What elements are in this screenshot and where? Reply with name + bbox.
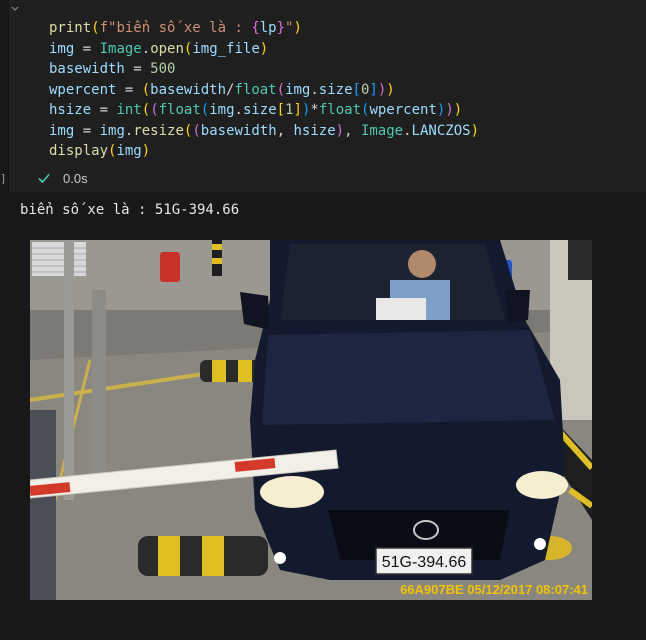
code-token: basewidth [200, 122, 277, 139]
code-token: . [403, 122, 412, 139]
code-token: img [285, 81, 311, 98]
code-token: ) [335, 122, 345, 139]
code-token: ( [141, 81, 151, 98]
output-image: 51G-394.66 66A907BE 05/12/2017 08:07:41 [30, 240, 592, 600]
code-token: = [124, 61, 151, 77]
code-token: hsize [49, 102, 92, 118]
code-token: ) [386, 81, 395, 98]
execution-status: 0.0s [37, 168, 88, 188]
timestamp-overlay: 66A907BE 05/12/2017 08:07:41 [400, 582, 588, 597]
code-token: 1 [285, 102, 294, 118]
code-token: = [74, 122, 100, 139]
code-editor[interactable]: print(f"biển số xe là : {lp}") img = Imag… [49, 18, 479, 162]
code-token: ) [141, 143, 151, 159]
code-token: basewidth [150, 81, 227, 98]
code-token: resize [133, 122, 184, 139]
output-text: biển số xe là : 51G-394.66 [20, 202, 240, 218]
code-token: size [242, 102, 277, 118]
code-token: display [49, 143, 109, 159]
license-plate: 51G-394.66 [382, 554, 467, 571]
code-token: img [209, 102, 235, 118]
code-token: ) [377, 81, 387, 98]
code-token: Image [99, 40, 142, 57]
code-token: , [276, 122, 294, 139]
code-token: lp [259, 20, 277, 36]
code-token: ) [453, 102, 463, 118]
code-token: ] [293, 102, 302, 118]
execution-duration: 0.0s [63, 170, 88, 186]
code-line[interactable]: wpercent = (basewidth/float(img.size[0])… [49, 80, 479, 101]
car: 51G-394.66 [240, 240, 568, 580]
code-token: = [116, 81, 142, 98]
code-token: LANCZOS [411, 122, 471, 139]
code-line[interactable]: display(img) [49, 141, 479, 162]
code-token: wpercent [369, 102, 437, 118]
code-token: . [310, 81, 319, 98]
code-token: float [318, 102, 362, 118]
code-token: basewidth [49, 61, 125, 77]
code-line[interactable]: print(f"biển số xe là : {lp}") [49, 18, 479, 39]
code-token: img_file [192, 40, 260, 57]
code-token: ( [141, 102, 151, 118]
code-token: float [158, 102, 201, 118]
code-token: hsize [293, 122, 336, 139]
cell-gutter-bracket: ] [0, 172, 7, 185]
code-token: wpercent [49, 81, 117, 98]
code-token: ( [150, 102, 159, 118]
code-token: 500 [150, 61, 176, 77]
code-line[interactable]: img = img.resize((basewidth, hsize), Ima… [49, 121, 479, 142]
code-token: float [234, 81, 277, 98]
code-line[interactable]: basewidth = 500 [49, 59, 479, 80]
code-token: ) [470, 122, 479, 139]
code-token: print [49, 20, 92, 36]
code-token: size [318, 81, 353, 98]
collapse-chevron-icon[interactable] [11, 4, 19, 14]
code-token: [ [276, 102, 286, 118]
code-token: img [49, 122, 75, 139]
parking-car-photo: 51G-394.66 66A907BE 05/12/2017 08:07:41 [30, 240, 592, 600]
code-token: * [310, 102, 319, 118]
code-line[interactable]: hsize = int((float(img.size[1])*float(wp… [49, 100, 479, 121]
wall-vent [32, 242, 86, 276]
code-token: ( [200, 102, 210, 118]
code-token: . [141, 40, 151, 57]
code-token: = [74, 40, 100, 57]
code-token: [ [352, 81, 361, 98]
code-token: } [276, 20, 286, 36]
code-token: ( [91, 20, 100, 36]
check-icon [38, 173, 50, 184]
code-token: . [234, 102, 243, 118]
code-cell[interactable]: print(f"biển số xe là : {lp}") img = Imag… [10, 0, 646, 193]
code-token: { [251, 20, 260, 36]
code-token: img [49, 40, 75, 57]
code-token: ( [192, 122, 201, 139]
code-line[interactable]: img = Image.open(img_file) [49, 39, 479, 60]
code-token: , [344, 122, 361, 139]
code-token: = [91, 102, 117, 118]
code-token: open [150, 40, 184, 57]
code-token: ) [445, 102, 454, 118]
code-token: f"biển số xe là : [99, 20, 252, 36]
code-token: ] [369, 81, 378, 98]
code-token: img [116, 143, 142, 159]
code-token: ) [259, 40, 269, 57]
code-token: int [116, 102, 142, 118]
code-token: img [99, 122, 125, 139]
code-token: ) [293, 20, 302, 36]
code-token: Image [360, 122, 404, 139]
code-token: ( [276, 81, 286, 98]
cell-output: biển số xe là : 51G-394.66 51G-394.66 66… [0, 192, 646, 640]
